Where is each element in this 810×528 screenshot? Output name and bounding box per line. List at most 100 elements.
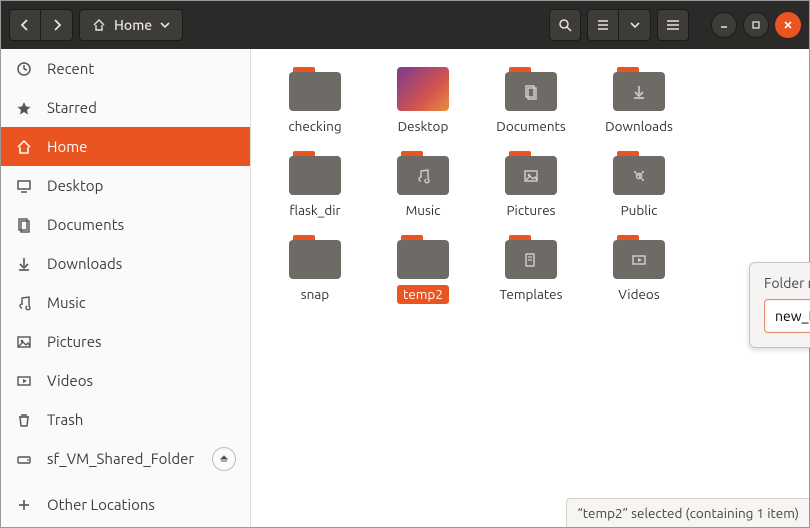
sidebar-item-documents[interactable]: Documents — [1, 205, 250, 244]
sidebar-item-pictures[interactable]: Pictures — [1, 322, 250, 361]
sidebar-item-label: Desktop — [47, 177, 236, 194]
caret-down-icon — [160, 21, 170, 29]
sidebar-item-desktop[interactable]: Desktop — [1, 166, 250, 205]
sidebar: Recent Starred Home Desktop Documents Downloa… — [1, 49, 251, 527]
sidebar-item-label: sf_VM_Shared_Folder — [47, 450, 198, 467]
folder-icon — [505, 235, 557, 279]
sidebar-item-label: Trash — [47, 411, 236, 428]
sidebar-item-label: Documents — [47, 216, 236, 233]
folder-icon — [505, 151, 557, 195]
sidebar-item-videos[interactable]: Videos — [1, 361, 250, 400]
minimize-icon — [719, 20, 729, 30]
caret-down-icon — [630, 21, 640, 29]
grid-item-documents[interactable]: Documents — [477, 67, 585, 135]
grid-item-snap[interactable]: snap — [261, 235, 369, 303]
minimize-button[interactable] — [711, 12, 737, 38]
sidebar-item-label: Home — [47, 138, 236, 155]
desktop-icon — [15, 177, 33, 195]
grid-item-label: Desktop — [392, 117, 455, 135]
icon-grid[interactable]: checking Desktop Documents Downloads flask_d… — [251, 49, 809, 527]
grid-item-templates[interactable]: Templates — [477, 235, 585, 303]
maximize-icon — [751, 20, 761, 30]
forward-button[interactable] — [41, 9, 73, 41]
status-bar: “temp2” selected (containing 1 item) — [566, 498, 809, 527]
folder-icon — [613, 235, 665, 279]
hamburger-icon — [666, 19, 680, 31]
grid-item-label: Downloads — [599, 117, 679, 135]
list-icon — [596, 19, 610, 31]
sidebar-item-home[interactable]: Home — [1, 127, 250, 166]
sidebar-item-sf-vm-shared-folder[interactable]: sf_VM_Shared_Folder — [1, 439, 250, 478]
path-label: Home — [114, 17, 152, 33]
sidebar-item-recent[interactable]: Recent — [1, 49, 250, 88]
grid-item-flask-dir[interactable]: flask_dir — [261, 151, 369, 219]
folder-icon — [289, 151, 341, 195]
home-icon — [15, 138, 33, 156]
trash-icon — [15, 411, 33, 429]
grid-item-label: Templates — [494, 285, 569, 303]
view-options-button[interactable] — [619, 9, 651, 41]
grid-item-desktop[interactable]: Desktop — [369, 67, 477, 135]
folder-icon — [397, 235, 449, 279]
folder-icon — [289, 67, 341, 111]
sidebar-item-label: Music — [47, 294, 236, 311]
chevron-right-icon — [52, 19, 62, 31]
grid-item-label: Documents — [490, 117, 571, 135]
sidebar-item-label: Recent — [47, 60, 236, 77]
sidebar-item-other-locations[interactable]: Other Locations — [1, 485, 250, 524]
sidebar-item-label: Starred — [47, 99, 236, 116]
grid-item-videos[interactable]: Videos — [585, 235, 693, 303]
videos-icon — [15, 372, 33, 390]
star-icon — [15, 99, 33, 117]
popover-title: Folder name — [764, 275, 810, 291]
sidebar-item-label: Downloads — [47, 255, 236, 272]
grid-item-label: flask_dir — [283, 201, 346, 219]
rename-popover: Folder name Rename — [749, 262, 810, 348]
status-text: “temp2” selected (containing 1 item) — [577, 505, 799, 521]
search-icon — [558, 18, 572, 32]
grid-item-public[interactable]: Public — [585, 151, 693, 219]
grid-item-label: Music — [400, 201, 447, 219]
sidebar-item-downloads[interactable]: Downloads — [1, 244, 250, 283]
grid-item-checking[interactable]: checking — [261, 67, 369, 135]
back-button[interactable] — [9, 9, 41, 41]
clock-icon — [15, 60, 33, 78]
search-button[interactable] — [549, 9, 581, 41]
body: Recent Starred Home Desktop Documents Downloa… — [1, 49, 809, 527]
pictures-icon — [15, 333, 33, 351]
grid-item-label: checking — [282, 117, 347, 135]
main-content: checking Desktop Documents Downloads flask_d… — [251, 49, 809, 527]
home-icon — [92, 18, 106, 32]
grid-item-label: Videos — [612, 285, 665, 303]
nav-group — [9, 9, 73, 41]
grid-item-downloads[interactable]: Downloads — [585, 67, 693, 135]
sidebar-item-label: Other Locations — [47, 496, 236, 513]
grid-item-pictures[interactable]: Pictures — [477, 151, 585, 219]
file-manager-window: Home Recen — [0, 0, 810, 528]
grid-item-label: Pictures — [500, 201, 561, 219]
sidebar-item-trash[interactable]: Trash — [1, 400, 250, 439]
downloads-icon — [15, 255, 33, 273]
drive-icon — [15, 450, 33, 468]
folder-icon — [613, 151, 665, 195]
folder-icon — [397, 151, 449, 195]
maximize-button[interactable] — [743, 12, 769, 38]
eject-button[interactable] — [212, 447, 236, 471]
grid-item-label: Public — [615, 201, 664, 219]
sidebar-item-starred[interactable]: Starred — [1, 88, 250, 127]
close-button[interactable] — [775, 12, 801, 38]
folder-name-input[interactable] — [764, 299, 810, 333]
plus-icon — [15, 496, 33, 514]
music-icon — [15, 294, 33, 312]
hamburger-menu-button[interactable] — [657, 9, 689, 41]
grid-item-label: temp2 — [397, 285, 449, 303]
sidebar-item-music[interactable]: Music — [1, 283, 250, 322]
folder-icon — [289, 235, 341, 279]
grid-item-label: snap — [295, 285, 335, 303]
grid-item-temp2[interactable]: temp2 — [369, 235, 477, 303]
list-view-button[interactable] — [587, 9, 619, 41]
sidebar-item-label: Videos — [47, 372, 236, 389]
path-bar-home[interactable]: Home — [79, 9, 183, 41]
grid-item-music[interactable]: Music — [369, 151, 477, 219]
chevron-left-icon — [20, 19, 30, 31]
